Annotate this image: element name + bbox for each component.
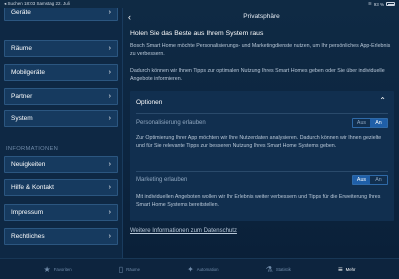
tab-label: Mehr — [345, 266, 356, 272]
chevron-right-icon: › — [108, 93, 111, 100]
sidebar-item-geraete[interactable]: Geräte › — [4, 8, 118, 21]
personalization-label: Personalisierung erlauben — [136, 120, 206, 126]
sidebar-item-label: System — [11, 115, 33, 122]
personalization-toggle[interactable]: Aus An — [352, 118, 388, 128]
sidebar-item-mobilgeraete[interactable]: Mobilgeräte › — [4, 64, 118, 81]
sidebar-item-label: Partner — [11, 93, 33, 100]
chevron-right-icon: › — [108, 209, 111, 216]
flask-icon: ⚗ — [265, 264, 273, 274]
star-icon: ★ — [43, 264, 51, 274]
chevron-right-icon: › — [108, 161, 111, 168]
sidebar-item-label: Rechtliches — [11, 233, 45, 240]
sidebar-item-label: Impressum — [11, 209, 44, 216]
options-title: Optionen — [136, 99, 163, 106]
marketing-toggle[interactable]: Aus An — [352, 175, 388, 185]
sidebar-item-label: Mobilgeräte — [11, 69, 45, 76]
marketing-label: Marketing erlauben — [136, 177, 188, 183]
tips-paragraph: Dadurch können wir Ihnen Tipps zur optim… — [130, 68, 385, 82]
sidebar-item-label: Neuigkeiten — [11, 161, 46, 168]
tab-raeume[interactable]: ▯ Räume — [119, 265, 140, 274]
nav-bar: ‹ Privatsphäre — [124, 8, 399, 26]
divider — [136, 113, 388, 114]
chevron-right-icon: › — [108, 233, 111, 240]
sidebar-item-label: Räume — [11, 45, 32, 52]
marketing-on-option[interactable]: An — [370, 176, 387, 184]
sidebar-item-label: Hilfe & Kontakt — [11, 184, 54, 191]
divider — [136, 171, 388, 172]
tab-favoriten[interactable]: ★ Favoriten — [44, 265, 72, 274]
chevron-right-icon: › — [108, 184, 111, 191]
section-heading: Holen Sie das Beste aus Ihrem System rau… — [130, 30, 264, 37]
tab-label: Automation — [196, 266, 219, 272]
chevron-right-icon: › — [108, 45, 111, 52]
sidebar-item-label: Geräte — [11, 9, 31, 16]
intro-paragraph: Bosch Smart Home möchte Personalisierung… — [130, 43, 391, 57]
phone-icon: ▯ — [118, 264, 124, 274]
personalization-off-option[interactable]: Aus — [353, 119, 370, 127]
page-title: Privatsphäre — [243, 13, 280, 20]
magic-wand-icon: ✦ — [187, 264, 194, 274]
tab-label: Räume — [126, 266, 140, 272]
sidebar-item-partner[interactable]: Partner › — [4, 88, 118, 105]
chevron-right-icon: › — [108, 115, 111, 122]
section-label-informationen: INFORMATIONEN — [6, 146, 59, 152]
personalization-description: Zur Optimierung Ihrer App möchten wir Ih… — [136, 135, 382, 149]
sidebar-item-system[interactable]: System › — [4, 110, 118, 127]
sidebar-item-neuigkeiten[interactable]: Neuigkeiten › — [4, 156, 118, 173]
chevron-right-icon: › — [108, 9, 111, 16]
stack-icon: ≡ — [337, 264, 343, 274]
sidebar-item-raeume[interactable]: Räume › — [4, 40, 118, 57]
battery-icon — [386, 2, 395, 6]
tab-label: Favoriten — [53, 266, 72, 272]
privacy-info-link[interactable]: Weitere Informationen zum Datenschutz — [130, 228, 237, 234]
options-card: Optionen ⌃ Personalisierung erlauben Aus… — [130, 91, 394, 221]
tab-automation[interactable]: ✦ Automation — [187, 265, 218, 274]
main-panel: ‹ Privatsphäre Holen Sie das Beste aus I… — [124, 8, 399, 258]
status-left: ◂ Suchen 18:03 Samstag 22. Juli — [4, 1, 70, 6]
chevron-up-icon[interactable]: ⌃ — [379, 96, 386, 105]
sidebar-item-hilfe-kontakt[interactable]: Hilfe & Kontakt › — [4, 179, 118, 196]
status-bar: ◂ Suchen 18:03 Samstag 22. Juli ≋ 93 % — [0, 0, 399, 8]
sidebar-item-impressum[interactable]: Impressum › — [4, 204, 118, 221]
sidebar: Mehr Geräte › Räume › Mobilgeräte › Part… — [0, 8, 123, 258]
battery-percent: 93 % — [373, 1, 384, 7]
marketing-off-option[interactable]: Aus — [353, 176, 370, 184]
sidebar-item-rechtliches[interactable]: Rechtliches › — [4, 228, 118, 245]
tab-bar: ★ Favoriten ▯ Räume ✦ Automation ⚗ Stati… — [0, 258, 399, 279]
chevron-right-icon: › — [108, 69, 111, 76]
tab-label: Statistik — [275, 266, 291, 272]
marketing-description: Mit individuellen Angeboten wollen wir I… — [136, 194, 381, 208]
personalization-on-option[interactable]: An — [370, 119, 387, 127]
tab-mehr[interactable]: ≡ Mehr — [338, 265, 355, 274]
tab-statistik[interactable]: ⚗ Statistik — [266, 265, 291, 274]
back-chevron-icon[interactable]: ‹ — [128, 8, 131, 26]
wifi-icon: ≋ — [367, 1, 372, 6]
